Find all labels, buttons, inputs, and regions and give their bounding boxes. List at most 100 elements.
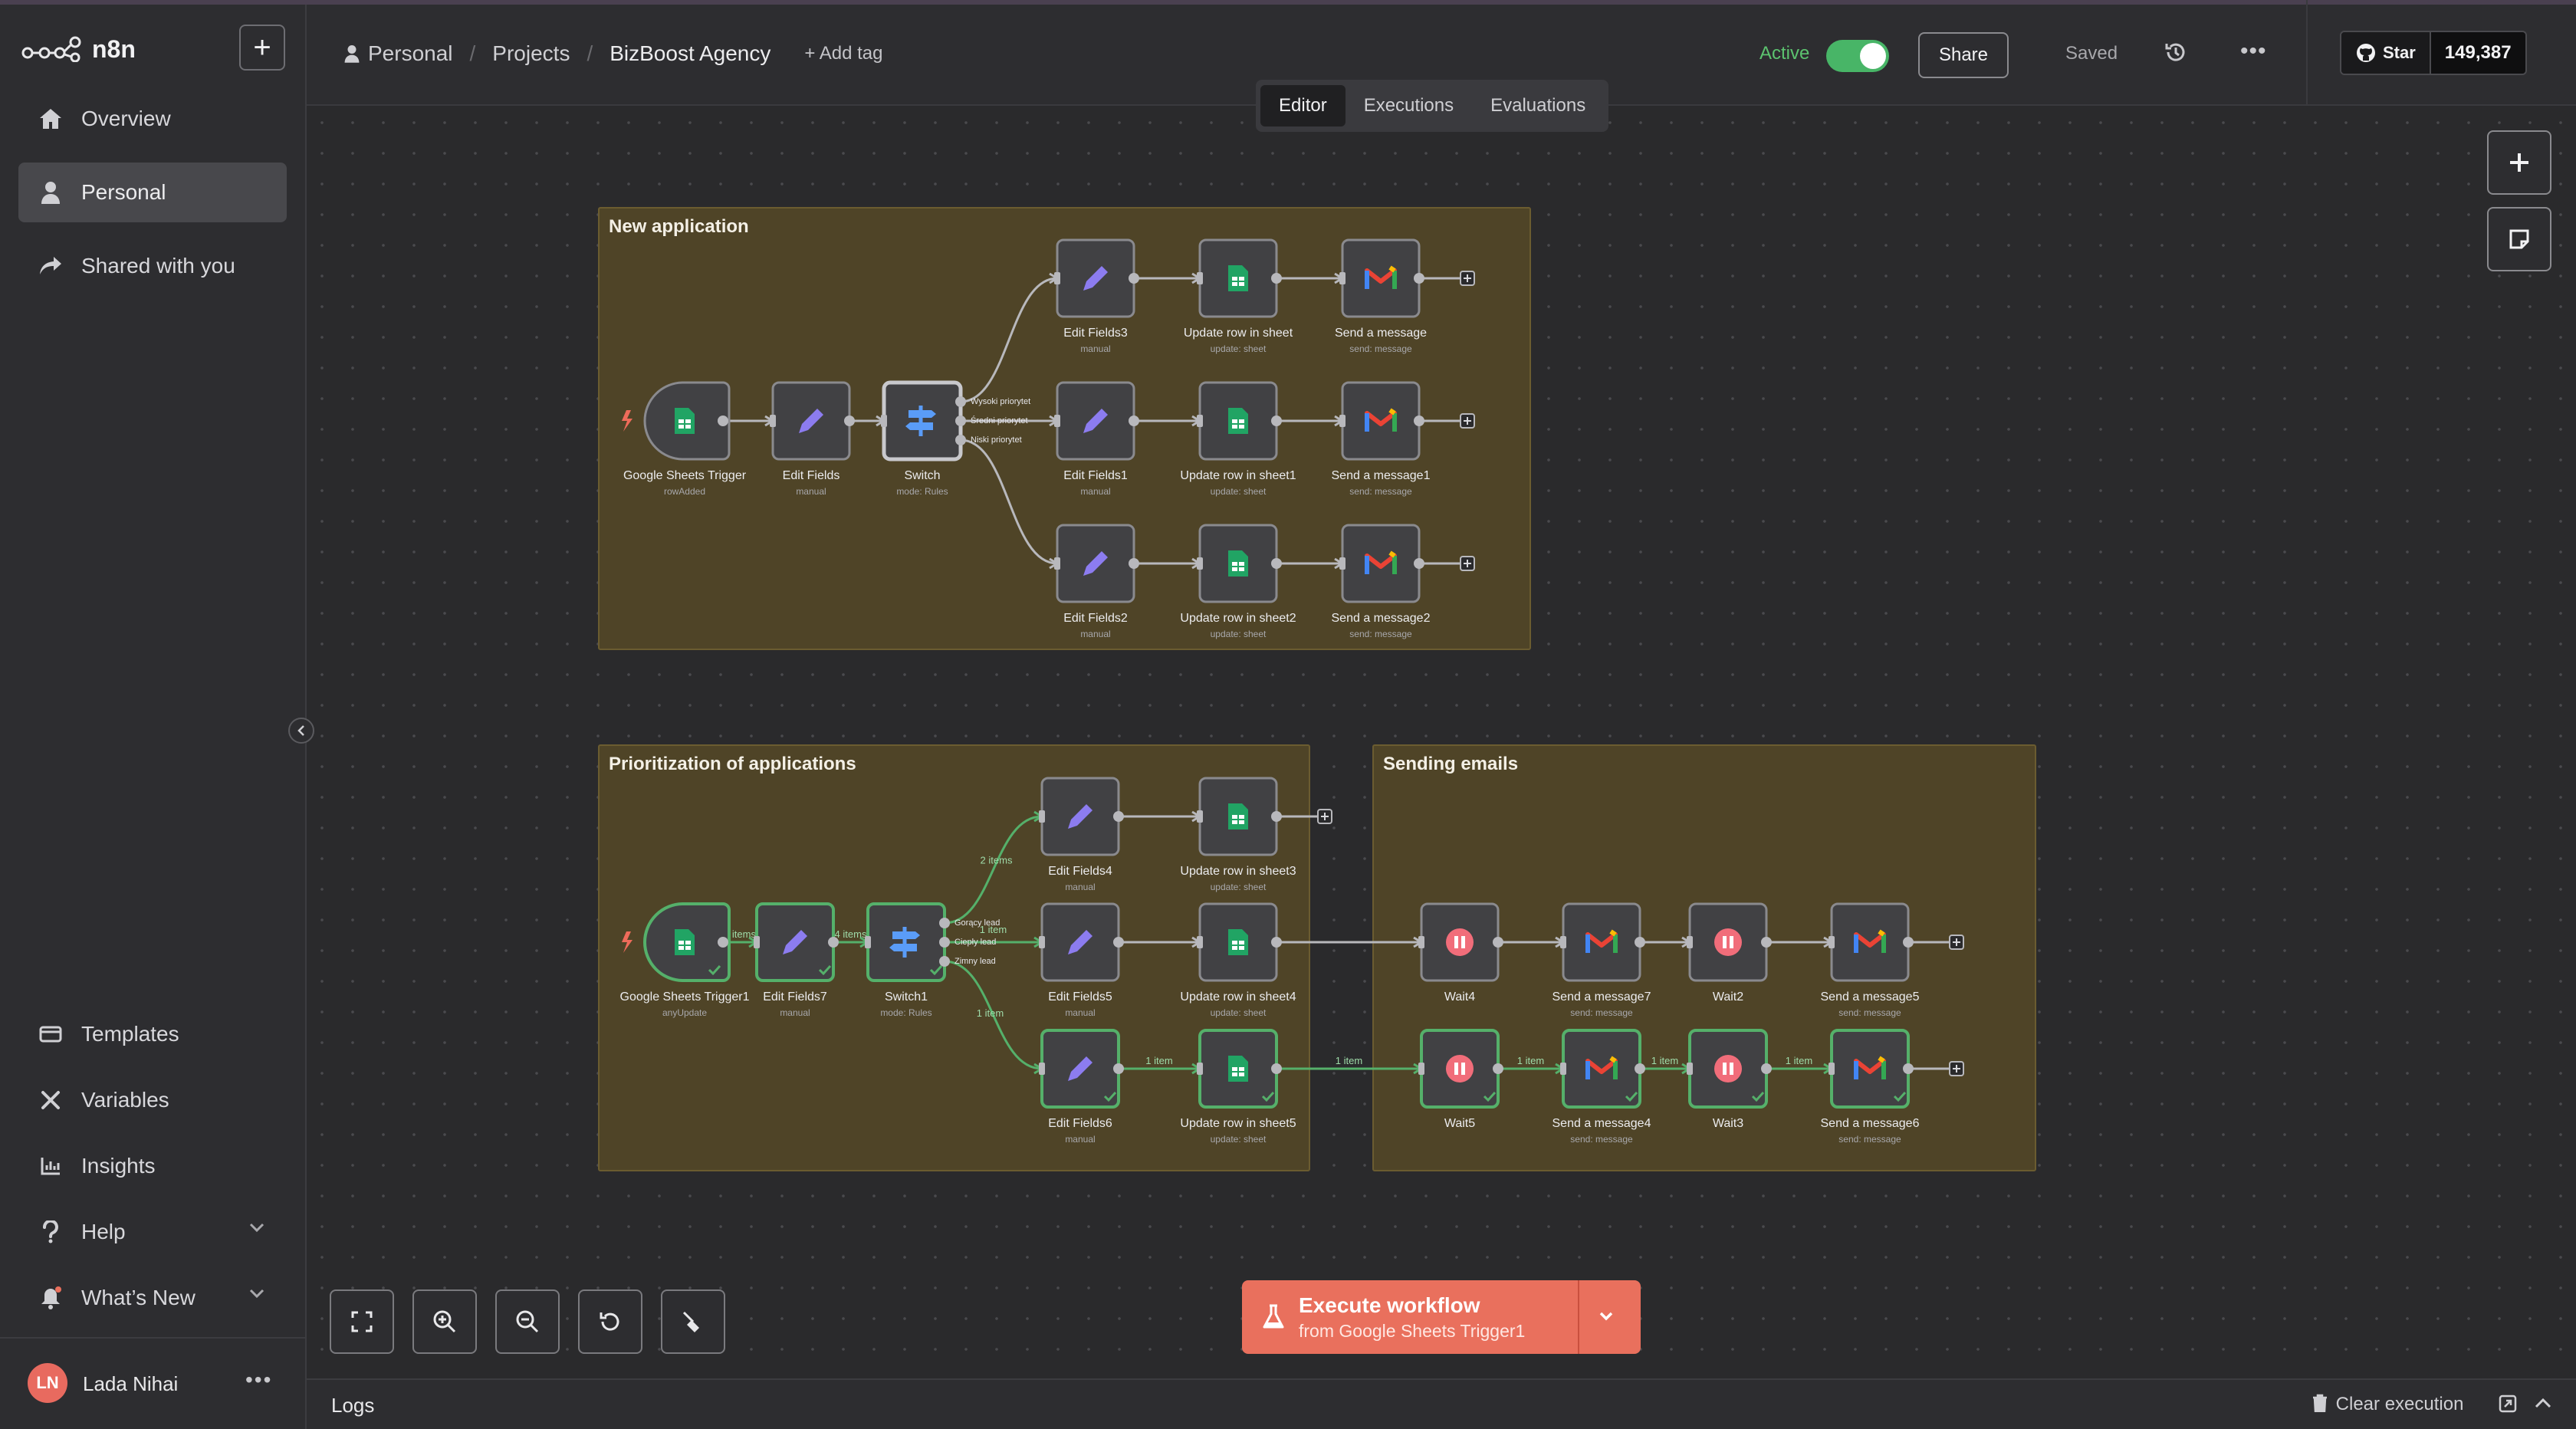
input-handle[interactable]: [1197, 936, 1203, 948]
output-handle[interactable]: [1414, 273, 1424, 284]
output-handle[interactable]: [1271, 937, 1282, 948]
workflow-graph[interactable]: New application Prioritization of applica…: [307, 107, 2576, 1378]
output-handle[interactable]: [844, 416, 855, 426]
output-handle[interactable]: [1414, 416, 1424, 426]
input-handle[interactable]: [1197, 415, 1203, 427]
output-handle[interactable]: [1129, 558, 1139, 569]
input-handle[interactable]: [881, 415, 887, 427]
workflow-canvas[interactable]: New application Prioritization of applica…: [307, 107, 2576, 1378]
node-box[interactable]: [1562, 1029, 1641, 1109]
chevron-down-icon[interactable]: [1596, 1306, 1616, 1326]
input-handle[interactable]: [1197, 557, 1203, 570]
n8n-logo[interactable]: n8n: [21, 28, 136, 71]
input-handle[interactable]: [1039, 936, 1045, 948]
input-handle[interactable]: [865, 936, 871, 948]
zoom-in-button[interactable]: [412, 1289, 477, 1354]
output-handle[interactable]: [1113, 937, 1124, 948]
output-handle[interactable]: [955, 396, 966, 407]
more-options-button[interactable]: •••: [2240, 38, 2267, 64]
node-box[interactable]: [1830, 1029, 1910, 1109]
node-ef1[interactable]: Edit Fields1 manual: [1054, 381, 1139, 497]
sidebar-item-whats-new[interactable]: What’s New: [18, 1268, 287, 1328]
input-handle[interactable]: [1339, 557, 1346, 570]
sidebar-item-personal[interactable]: Personal: [18, 163, 287, 222]
output-handle[interactable]: [718, 416, 728, 426]
output-handle[interactable]: [939, 937, 950, 948]
clear-execution-button[interactable]: Clear execution: [2312, 1394, 2463, 1415]
breadcrumb-projects[interactable]: Projects: [492, 41, 570, 66]
node-sm4[interactable]: Send a message4 send: message: [1552, 1029, 1651, 1145]
sidebar-item-shared[interactable]: Shared with you: [18, 236, 287, 296]
input-handle[interactable]: [1687, 1063, 1693, 1075]
node-ef6[interactable]: Edit Fields6 manual: [1039, 1029, 1124, 1145]
output-handle[interactable]: [1635, 937, 1645, 948]
output-handle[interactable]: [1271, 558, 1282, 569]
node-ur[interactable]: Update row in sheet update: sheet: [1184, 238, 1293, 354]
create-button[interactable]: +: [239, 25, 285, 71]
output-handle[interactable]: [1271, 273, 1282, 284]
node-box[interactable]: [1341, 381, 1421, 461]
add-tag-button[interactable]: + Add tag: [804, 43, 882, 64]
output-handle[interactable]: [828, 937, 839, 948]
input-handle[interactable]: [1829, 936, 1835, 948]
node-sm5[interactable]: Send a message5 send: message: [1821, 902, 1920, 1018]
logs-panel[interactable]: Logs Clear execution: [307, 1378, 2576, 1429]
output-handle[interactable]: [1129, 416, 1139, 426]
input-handle[interactable]: [770, 415, 776, 427]
sidebar-item-insights[interactable]: Insights: [18, 1136, 287, 1196]
output-handle[interactable]: [1761, 1063, 1772, 1074]
node-box[interactable]: [1341, 524, 1421, 603]
output-handle[interactable]: [1903, 1063, 1914, 1074]
output-handle[interactable]: [1113, 1063, 1124, 1074]
chevron-up-icon[interactable]: [2533, 1395, 2553, 1411]
output-handle[interactable]: [1493, 937, 1503, 948]
node-ef7[interactable]: Edit Fields7 manual: [754, 902, 839, 1018]
workflow-name[interactable]: BizBoost Agency: [610, 41, 770, 66]
node-ef2[interactable]: Edit Fields2 manual: [1054, 524, 1139, 639]
sidebar-item-help[interactable]: Help: [18, 1202, 287, 1262]
add-sticky-button[interactable]: [2487, 207, 2551, 271]
node-sm2[interactable]: Send a message2 send: message: [1332, 524, 1431, 639]
breadcrumb-personal[interactable]: Personal: [368, 41, 453, 66]
output-handle[interactable]: [1635, 1063, 1645, 1074]
active-toggle[interactable]: [1826, 40, 1889, 72]
input-handle[interactable]: [1560, 1063, 1566, 1075]
tab-executions[interactable]: Executions: [1346, 85, 1472, 126]
input-handle[interactable]: [1560, 936, 1566, 948]
node-ef3[interactable]: Edit Fields3 manual: [1054, 238, 1139, 354]
node-ef5[interactable]: Edit Fields5 manual: [1039, 902, 1124, 1018]
output-handle[interactable]: [1271, 1063, 1282, 1074]
node-box[interactable]: [1830, 902, 1910, 982]
popout-icon[interactable]: [2498, 1394, 2518, 1414]
output-handle[interactable]: [939, 956, 950, 967]
input-handle[interactable]: [1687, 936, 1693, 948]
input-handle[interactable]: [1829, 1063, 1835, 1075]
node-sm6[interactable]: Send a message6 send: message: [1821, 1029, 1920, 1145]
output-handle[interactable]: [939, 918, 950, 928]
output-handle[interactable]: [1129, 273, 1139, 284]
output-handle[interactable]: [1271, 416, 1282, 426]
input-handle[interactable]: [1197, 810, 1203, 823]
output-handle[interactable]: [1113, 811, 1124, 822]
output-handle[interactable]: [718, 937, 728, 948]
input-handle[interactable]: [1339, 415, 1346, 427]
node-sm7[interactable]: Send a message7 send: message: [1552, 902, 1651, 1018]
input-handle[interactable]: [1197, 272, 1203, 284]
sidebar-item-overview[interactable]: Overview: [18, 89, 287, 149]
input-handle[interactable]: [1054, 557, 1060, 570]
output-handle[interactable]: [1761, 937, 1772, 948]
share-button[interactable]: Share: [1918, 32, 2009, 78]
tab-evaluations[interactable]: Evaluations: [1472, 85, 1604, 126]
output-handle[interactable]: [955, 416, 966, 426]
reset-zoom-button[interactable]: [578, 1289, 642, 1354]
node-sm1[interactable]: Send a message1 send: message: [1332, 381, 1431, 497]
execute-workflow-button[interactable]: Execute workflow from Google Sheets Trig…: [1242, 1280, 1641, 1354]
input-handle[interactable]: [1197, 1063, 1203, 1075]
output-handle[interactable]: [955, 435, 966, 445]
output-handle[interactable]: [1271, 811, 1282, 822]
input-handle[interactable]: [1418, 936, 1424, 948]
input-handle[interactable]: [1039, 1063, 1045, 1075]
input-handle[interactable]: [1339, 272, 1346, 284]
zoom-out-button[interactable]: [495, 1289, 560, 1354]
user-menu[interactable]: LN Lada Nihai •••: [0, 1337, 307, 1429]
